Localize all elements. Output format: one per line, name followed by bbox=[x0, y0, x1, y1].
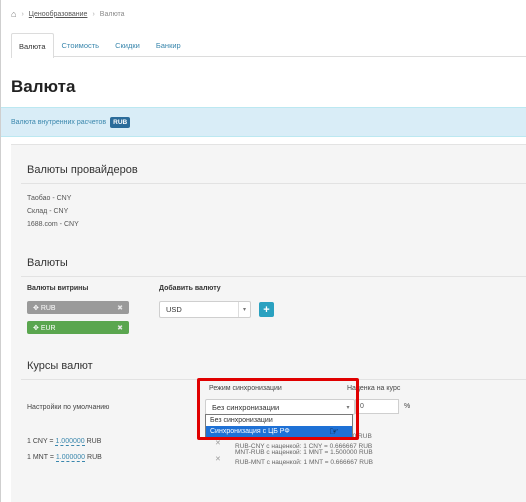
rates-heading: Курсы валют bbox=[27, 360, 93, 372]
breadcrumb-separator: › bbox=[21, 10, 24, 18]
page-title: Валюта bbox=[11, 77, 76, 96]
currencies-heading: Валюты bbox=[27, 257, 68, 269]
remove-currency-icon[interactable]: ✖ bbox=[117, 304, 123, 312]
provider-line: 1688.com - CNY bbox=[27, 221, 79, 228]
mouse-pointer-icon: ☞ bbox=[329, 426, 339, 438]
rate-markup-line: MNT-RUB с наценкой: 1 MNT = 1.500000 RUB bbox=[235, 449, 373, 456]
breadcrumb-current: Валюта bbox=[99, 10, 125, 18]
drag-handle-icon[interactable]: ✥ EUR bbox=[33, 324, 56, 332]
chevron-down-icon: ▾ bbox=[238, 302, 250, 317]
storefront-currencies-label: Валюты витрины bbox=[27, 285, 89, 292]
add-currency-button[interactable]: + bbox=[259, 302, 274, 317]
provider-line: Склад - CNY bbox=[27, 208, 69, 215]
section-divider bbox=[21, 183, 526, 184]
default-settings-label: Настройки по умолчанию bbox=[27, 404, 110, 411]
drag-handle-icon[interactable]: ✥ RUB bbox=[33, 304, 56, 312]
rate-value-link[interactable]: 1.000000 bbox=[55, 454, 86, 462]
tab-bar: Валюта Стоимость Скидки Банкир bbox=[11, 33, 526, 58]
remove-rate-icon[interactable]: ✕ bbox=[215, 455, 221, 463]
breadcrumb-pricing-link[interactable]: Ценообразование bbox=[29, 11, 88, 18]
markup-input[interactable]: 0 bbox=[355, 399, 399, 414]
info-text: Валюта внутренних расчетов bbox=[11, 118, 107, 126]
rate-row-label: 1 MNT = 1.000000 RUB bbox=[27, 454, 102, 462]
tab-discounts[interactable]: Скидки bbox=[107, 33, 148, 57]
providers-heading: Валюты провайдеров bbox=[27, 164, 138, 176]
add-currency-select[interactable]: USD ▾ bbox=[159, 301, 251, 318]
add-currency-value: USD bbox=[166, 305, 182, 314]
storefront-currency-eur[interactable]: ✥ EUR ✖ bbox=[27, 321, 129, 334]
internal-currency-info: Валюта внутренних расчетов RUB bbox=[1, 107, 526, 137]
breadcrumb-separator: › bbox=[92, 10, 95, 18]
storefront-currency-rub[interactable]: ✥ RUB ✖ bbox=[27, 301, 129, 314]
rate-markup-line: RUB-MNT с наценкой: 1 MNT = 0.666667 RUB bbox=[235, 459, 373, 466]
settings-panel: Валюты провайдеров Таобао - CNY Склад - … bbox=[11, 144, 526, 502]
provider-line: Таобао - CNY bbox=[27, 195, 72, 202]
currency-badge: RUB bbox=[110, 116, 131, 128]
screenshot-frame: ⌂ › Ценообразование › Валюта Валюта Стои… bbox=[0, 0, 526, 502]
rate-row-label: 1 CNY = 1.000000 RUB bbox=[27, 438, 102, 446]
add-currency-label: Добавить валюту bbox=[159, 285, 221, 292]
tab-banker[interactable]: Банкир bbox=[148, 33, 189, 57]
breadcrumb: ⌂ › Ценообразование › Валюта bbox=[11, 8, 125, 20]
tab-cost[interactable]: Стоимость bbox=[54, 33, 108, 57]
markup-unit: % bbox=[404, 403, 411, 410]
home-icon[interactable]: ⌂ bbox=[11, 9, 16, 19]
tab-currency[interactable]: Валюта bbox=[11, 33, 54, 58]
remove-rate-icon[interactable]: ✕ bbox=[215, 439, 221, 447]
section-divider bbox=[21, 276, 526, 277]
remove-currency-icon[interactable]: ✖ bbox=[117, 324, 123, 332]
rate-value-link[interactable]: 1.000000 bbox=[55, 438, 85, 446]
